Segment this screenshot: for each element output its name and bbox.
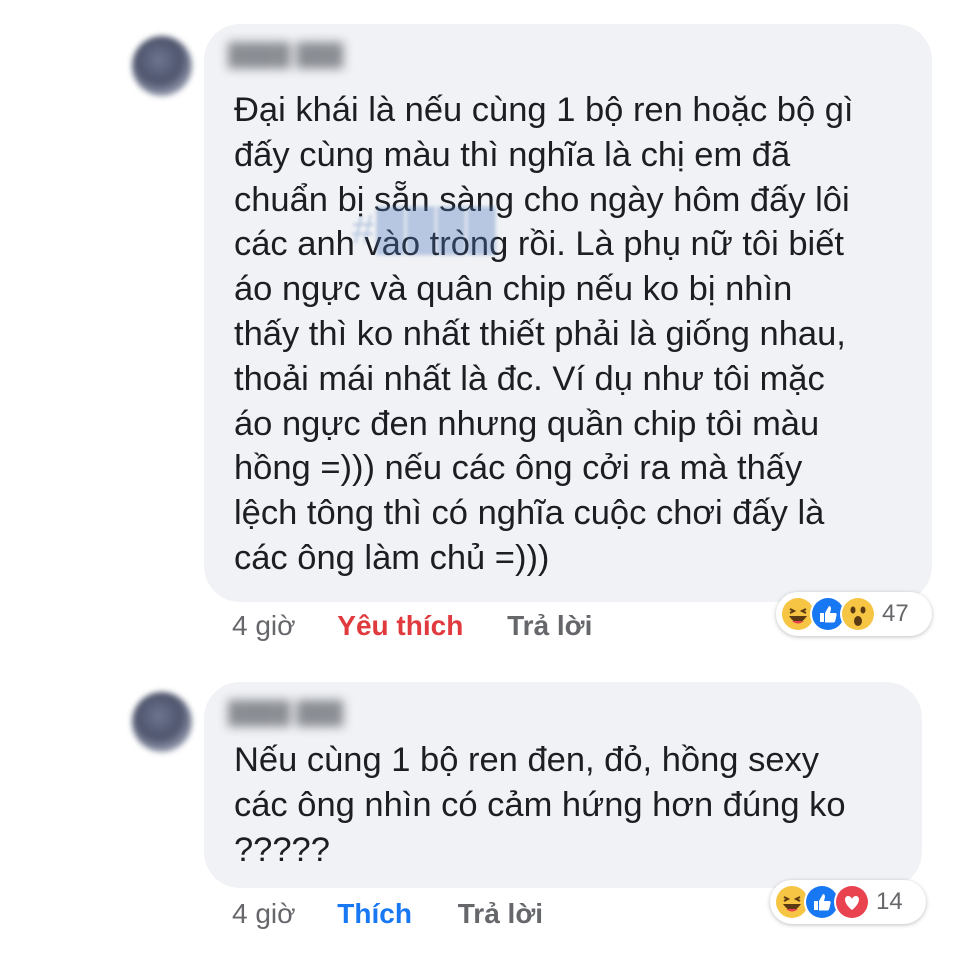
avatar[interactable]: [132, 36, 192, 96]
comment-bubble: ████ ███ Nếu cùng 1 bộ ren đen, đỏ, hồng…: [204, 682, 922, 888]
reaction-summary[interactable]: 47: [776, 592, 932, 636]
wow-icon: [840, 596, 876, 632]
reaction-summary[interactable]: 14: [770, 880, 926, 924]
comment-text: Đại khái là nếu cùng 1 bộ ren hoặc bộ gì…: [234, 91, 854, 577]
like-button[interactable]: Thích: [337, 898, 412, 929]
reaction-count: 14: [876, 888, 903, 915]
comment-actions: 4 giờ Yêu thích Trả lời: [232, 610, 592, 642]
author-name-blurred[interactable]: ████ ███: [228, 42, 343, 68]
comment-text: Nếu cùng 1 bộ ren đen, đỏ, hồng sexy các…: [234, 741, 846, 869]
watermark: #████: [352, 208, 498, 252]
like-button[interactable]: Yêu thích: [337, 610, 463, 641]
timestamp[interactable]: 4 giờ: [232, 898, 296, 929]
reply-button[interactable]: Trả lời: [507, 610, 592, 641]
comment-thread: ████ ███ Đại khái là nếu cùng 1 bộ ren h…: [0, 0, 960, 958]
comment-bubble: ████ ███ Đại khái là nếu cùng 1 bộ ren h…: [204, 24, 932, 602]
reaction-count: 47: [882, 600, 909, 627]
avatar[interactable]: [132, 692, 192, 752]
timestamp[interactable]: 4 giờ: [232, 610, 296, 641]
reply-button[interactable]: Trả lời: [458, 898, 543, 929]
love-icon: [834, 884, 870, 920]
comment-actions: 4 giờ Thích Trả lời: [232, 898, 543, 930]
author-name-blurred[interactable]: ████ ███: [228, 700, 343, 726]
